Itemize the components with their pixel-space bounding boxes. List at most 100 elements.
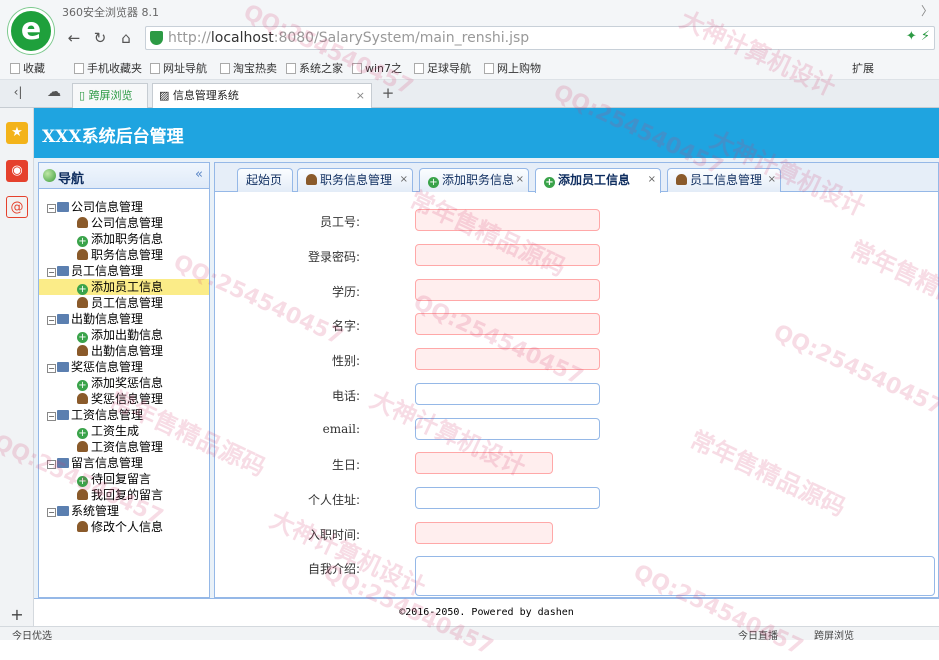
sidebar-toggle-icon[interactable]: ‹| <box>8 82 28 102</box>
tree-item[interactable]: + 添加出勤信息 <box>39 327 209 343</box>
bookmark-item[interactable]: 收藏 <box>10 60 45 76</box>
bookmark-label: 网址导航 <box>163 62 207 75</box>
person-icon <box>77 217 88 228</box>
form-row: email: <box>215 418 938 440</box>
star-icon[interactable]: ★ <box>6 122 28 144</box>
tree-group[interactable]: − 出勤信息管理 <box>39 311 209 327</box>
bookmark-item[interactable]: 系统之家 <box>286 60 343 76</box>
bookmark-item[interactable]: win7之 <box>352 60 402 76</box>
close-tab-icon[interactable]: × <box>356 84 365 107</box>
field-label: 电话: <box>331 389 360 403</box>
bookmark-label: 手机收藏夹 <box>87 62 142 75</box>
expand-toggle-icon[interactable]: − <box>47 460 56 469</box>
url-input[interactable]: http://localhost:8080/SalarySystem/main_… <box>145 26 935 50</box>
close-tab-icon[interactable]: × <box>400 169 408 191</box>
tree-item[interactable]: 公司信息管理 <box>39 215 209 231</box>
expand-toggle-icon[interactable]: − <box>47 268 56 277</box>
form-row: 性别: <box>215 348 938 370</box>
field-input[interactable] <box>415 244 600 266</box>
expand-toggle-icon[interactable]: − <box>47 412 56 421</box>
tab-5[interactable]: 员工信息管理 × <box>667 168 781 192</box>
field-input[interactable] <box>415 522 553 544</box>
tree-group[interactable]: − 员工信息管理 <box>39 263 209 279</box>
expand-toggle-icon[interactable]: − <box>47 204 56 213</box>
nav-title: 导航 <box>58 172 85 187</box>
bookmark-item[interactable]: 手机收藏夹 <box>74 60 142 76</box>
bookmark-item[interactable]: 淘宝热卖 <box>220 60 277 76</box>
tree-group[interactable]: − 工资信息管理 <box>39 407 209 423</box>
expand-toggle-icon[interactable]: − <box>47 316 56 325</box>
tree-group[interactable]: − 留言信息管理 <box>39 455 209 471</box>
tree-item[interactable]: 工资信息管理 <box>39 439 209 455</box>
tree-item[interactable]: 修改个人信息 <box>39 519 209 535</box>
tree-item[interactable]: 职务信息管理 <box>39 247 209 263</box>
url-text: http://localhost:8080/SalarySystem/main_… <box>168 30 530 46</box>
app-title: XXX系统后台管理 <box>42 127 184 147</box>
collapse-icon[interactable]: « <box>195 167 203 182</box>
tree-item[interactable]: 奖惩信息管理 <box>39 391 209 407</box>
field-input[interactable] <box>415 313 600 335</box>
tab-label: 起始页 <box>246 173 283 187</box>
window-controls[interactable]: 〉 <box>921 2 933 19</box>
field-input[interactable] <box>415 348 600 370</box>
field-input[interactable] <box>415 279 600 301</box>
tree-item[interactable]: + 添加奖惩信息 <box>39 375 209 391</box>
close-tab-icon[interactable]: × <box>768 169 776 191</box>
tree-item[interactable]: + 添加员工信息 <box>39 279 209 295</box>
new-tab-icon[interactable]: + <box>378 83 398 103</box>
bookmark-item[interactable]: 网址导航 <box>150 60 207 76</box>
tree-item[interactable]: + 待回复留言 <box>39 471 209 487</box>
tree-item[interactable]: 出勤信息管理 <box>39 343 209 359</box>
tree-item[interactable]: + 添加职务信息 <box>39 231 209 247</box>
tab-3[interactable]: + 添加职务信息 × <box>419 168 529 192</box>
extensions-button[interactable]: 扩展 <box>852 60 874 76</box>
field-input[interactable] <box>415 383 600 405</box>
tree-label: 添加员工信息 <box>91 280 164 294</box>
browser-tab-active[interactable]: ▨ 信息管理系统 × <box>152 83 372 108</box>
browser-logo-icon[interactable]: e <box>8 8 54 54</box>
tree-item[interactable]: 我回复的留言 <box>39 487 209 503</box>
bookmark-item[interactable]: 网上购物 <box>484 60 541 76</box>
status-bar: 今日优选 今日直播 跨屏浏览 <box>0 626 939 642</box>
form-row: 学历: <box>215 279 938 301</box>
tab-2[interactable]: 职务信息管理 × <box>297 168 413 192</box>
field-input[interactable] <box>415 209 600 231</box>
globe-icon <box>43 169 56 182</box>
add-icon: + <box>77 428 88 439</box>
tree-group[interactable]: − 系统管理 <box>39 503 209 519</box>
close-tab-icon[interactable]: × <box>516 169 524 191</box>
field-input[interactable] <box>415 452 553 474</box>
tree-label: 工资信息管理 <box>91 440 164 454</box>
expand-toggle-icon[interactable]: − <box>47 508 56 517</box>
tree-item[interactable]: 员工信息管理 <box>39 295 209 311</box>
form-row: 登录密码: <box>215 244 938 266</box>
tab-4[interactable]: + 添加员工信息 × <box>535 168 661 193</box>
browser-tabs: ‹| ☁ ▯ 跨屏浏览 ▨ 信息管理系统 × + <box>0 80 939 108</box>
weibo-icon[interactable]: ◉ <box>6 160 28 182</box>
close-tab-icon[interactable]: × <box>648 169 656 191</box>
tree-group[interactable]: − 奖惩信息管理 <box>39 359 209 375</box>
tree-item[interactable]: + 工资生成 <box>39 423 209 439</box>
add-icon[interactable]: + <box>6 604 28 626</box>
field-label: 学历: <box>331 285 360 299</box>
tab-1[interactable]: 起始页 <box>237 168 293 192</box>
bookmark-item[interactable]: 足球导航 <box>414 60 471 76</box>
person-icon <box>77 393 88 404</box>
intro-textarea[interactable] <box>415 556 935 596</box>
home-icon[interactable]: ⌂ <box>116 28 136 48</box>
browser-tab-cross-screen[interactable]: ▯ 跨屏浏览 <box>72 83 148 108</box>
back-icon[interactable]: ← <box>64 28 84 48</box>
tree-label: 公司信息管理 <box>71 200 144 214</box>
field-input[interactable] <box>415 487 600 509</box>
mail-icon[interactable]: @ <box>6 196 28 218</box>
lightning-icon[interactable]: ✦ ⚡ <box>906 29 930 44</box>
tree-label: 我回复的留言 <box>91 488 164 502</box>
tree-group[interactable]: − 公司信息管理 <box>39 199 209 215</box>
reload-icon[interactable]: ↻ <box>90 28 110 48</box>
form-row: 个人住址: <box>215 487 938 509</box>
field-input[interactable] <box>415 418 600 440</box>
cloud-icon[interactable]: ☁ <box>44 82 64 102</box>
form-row: 入职时间: <box>215 522 938 544</box>
tree-label: 职务信息管理 <box>91 248 164 262</box>
expand-toggle-icon[interactable]: − <box>47 364 56 373</box>
